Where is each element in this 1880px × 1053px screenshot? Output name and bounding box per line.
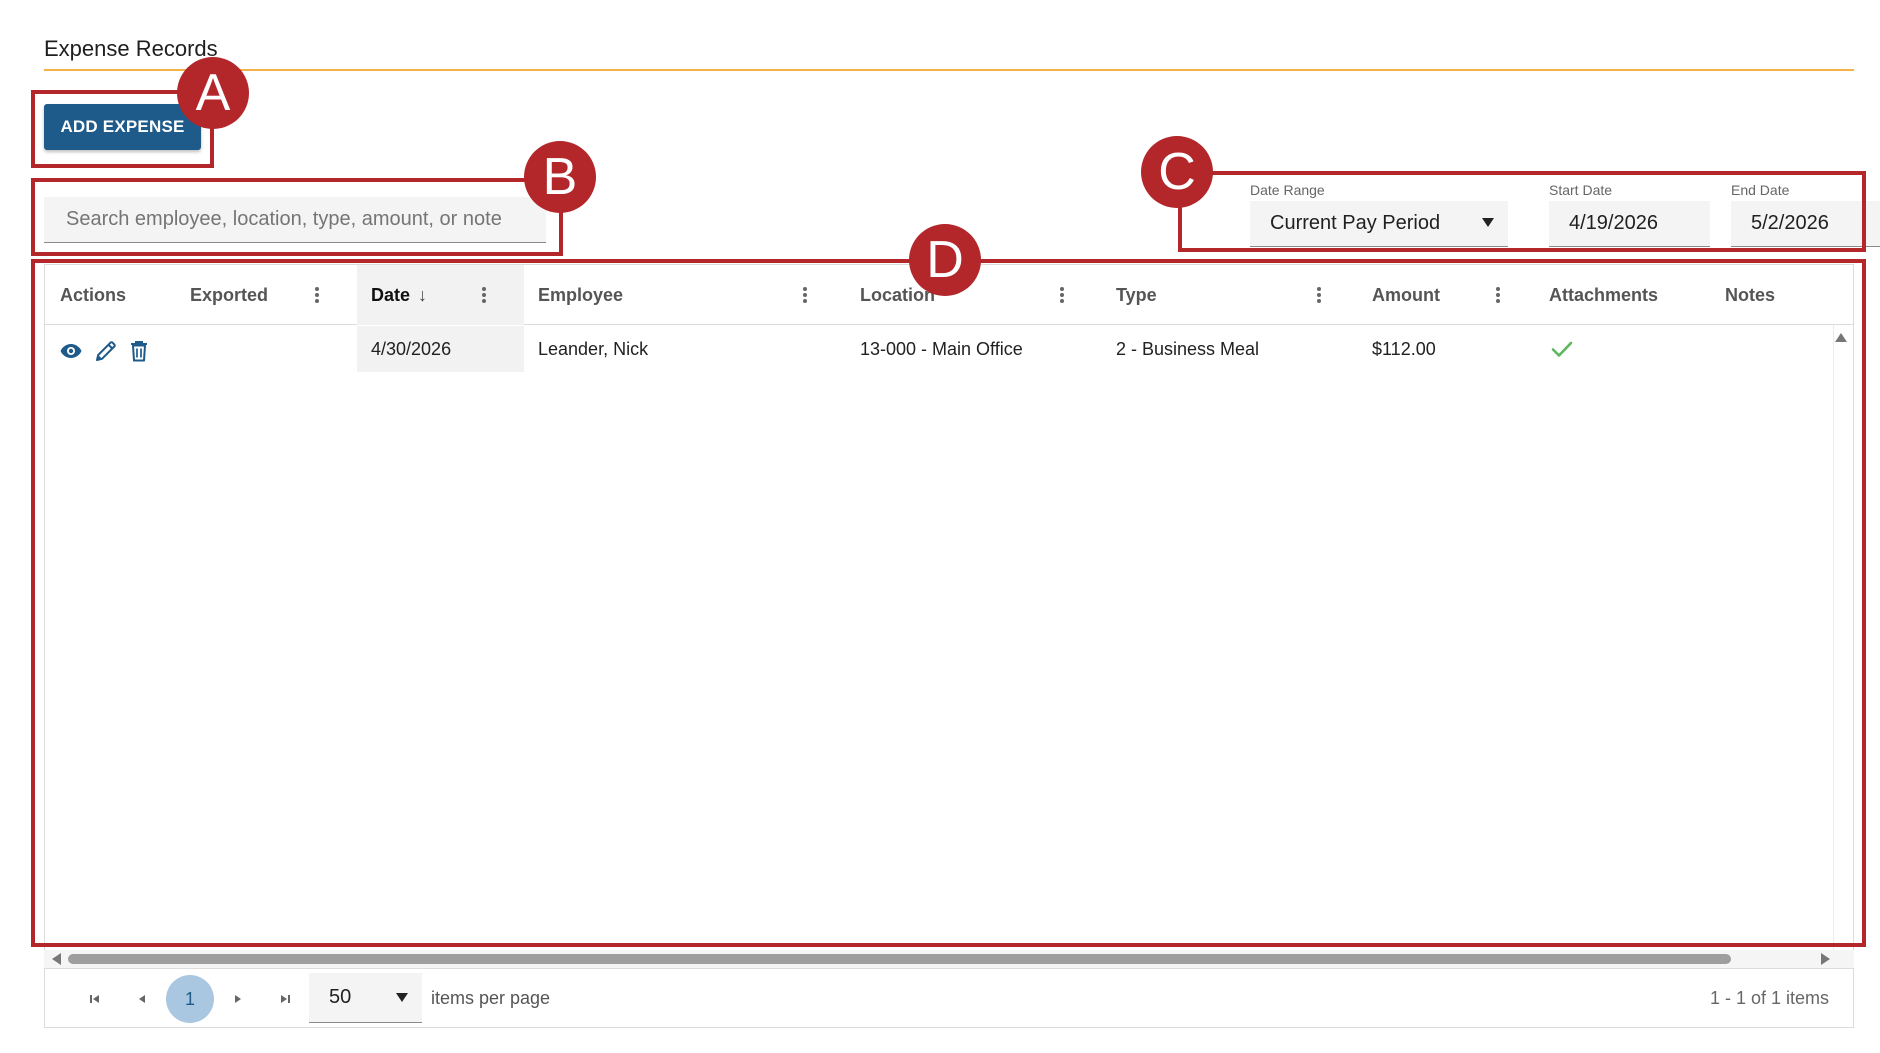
scroll-left-icon[interactable] <box>52 953 61 965</box>
callout-badge-a: A <box>177 57 249 129</box>
callout-box-c <box>1178 171 1866 252</box>
first-page-icon[interactable] <box>87 991 103 1007</box>
caret-down-icon <box>396 993 408 1002</box>
callout-badge-d: D <box>909 224 981 296</box>
pager-summary: 1 - 1 of 1 items <box>1709 988 1829 1008</box>
horizontal-scrollbar[interactable] <box>44 950 1854 968</box>
scroll-right-icon[interactable] <box>1821 953 1830 965</box>
page-size-label: items per page <box>431 988 551 1008</box>
page-size-select[interactable]: 50 <box>309 973 422 1023</box>
callout-badge-c: C <box>1141 136 1213 208</box>
previous-page-icon[interactable] <box>134 991 150 1007</box>
page-size-value: 50 <box>329 986 352 1008</box>
pager: 1 50 items per page 1 - 1 of 1 items <box>44 968 1854 1028</box>
callout-box-d <box>31 259 1866 947</box>
title-divider <box>44 69 1854 71</box>
next-page-icon[interactable] <box>230 991 246 1007</box>
page-title: Expense Records <box>44 36 218 61</box>
last-page-icon[interactable] <box>277 991 293 1007</box>
callout-badge-b: B <box>524 141 596 213</box>
callout-box-b <box>31 178 563 256</box>
horizontal-scrollbar-thumb[interactable] <box>68 954 1731 964</box>
page-number-current[interactable]: 1 <box>166 975 214 1023</box>
